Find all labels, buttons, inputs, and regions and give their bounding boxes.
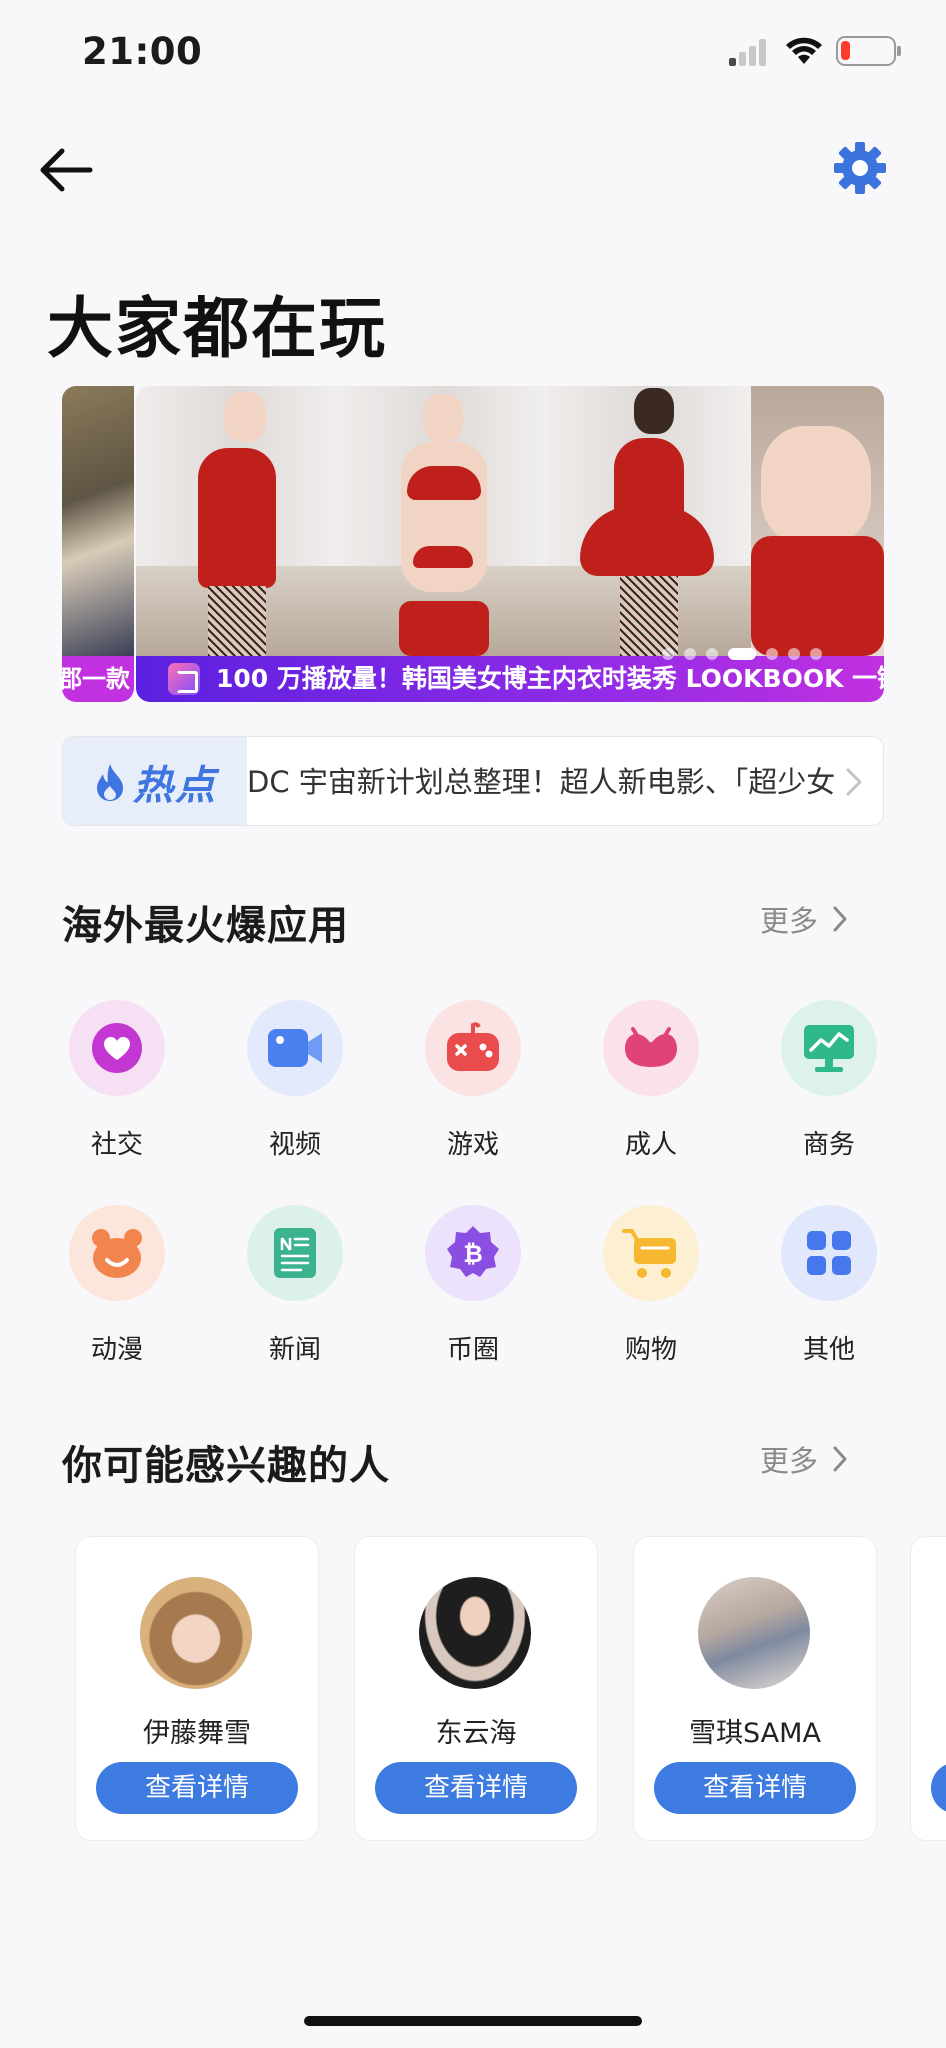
- video-camera-icon: [268, 1029, 322, 1067]
- banner-caption-bar: 100 万播放量！韩国美女博主内衣时装秀 LOOKBOOK 一键: [136, 656, 884, 702]
- carousel-dots: [662, 648, 822, 660]
- apps-more-link[interactable]: 更多: [760, 898, 848, 940]
- app-screen: 21:00 大家都在玩 郡一款 100 万播放量！韩国美女博主内衣时装秀 LOO…: [0, 0, 946, 2048]
- adult-icon: [625, 1027, 677, 1067]
- cellular-signal-icon: [729, 38, 769, 66]
- settings-button[interactable]: [832, 140, 888, 196]
- crypto-icon-circle: ₿: [425, 1205, 521, 1301]
- gear-icon: [834, 142, 886, 194]
- view-details-button[interactable]: 查看详情: [96, 1762, 298, 1814]
- chart-monitor-icon: [804, 1025, 854, 1072]
- business-icon-circle: [781, 1000, 877, 1096]
- carousel-dot: [810, 648, 822, 660]
- avatar: [698, 1577, 810, 1689]
- category-label: 动漫: [90, 1335, 143, 1365]
- category-label: 新闻: [268, 1335, 321, 1365]
- category-label: 币圈: [446, 1335, 499, 1365]
- battery-icon: [836, 36, 901, 66]
- category-games[interactable]: 游戏: [418, 1000, 528, 1161]
- people-carousel[interactable]: 伊藤舞雪 查看详情 东云海 查看详情 雪琪SAMA 查看详情: [0, 1536, 946, 1846]
- person-name: 伊藤舞雪: [143, 1718, 251, 1749]
- category-label: 成人: [624, 1130, 677, 1160]
- category-adult[interactable]: 成人: [596, 1000, 706, 1161]
- category-label: 视频: [268, 1130, 321, 1160]
- gamepad-icon: [447, 1022, 499, 1071]
- hot-label: 热点: [63, 737, 247, 825]
- svg-text:₿: ₿: [463, 1240, 483, 1268]
- flame-icon: [97, 764, 123, 801]
- category-label: 商务: [802, 1130, 855, 1160]
- banner-image: [136, 386, 884, 656]
- category-other[interactable]: 其他: [774, 1205, 884, 1366]
- heart-chat-icon: [92, 1023, 142, 1073]
- person-card-partial[interactable]: [910, 1536, 946, 1841]
- social-icon-circle: [69, 1000, 165, 1096]
- hot-news-ticker[interactable]: 热点 DC 宇宙新计划总整理！超人新电影、「超少女: [62, 736, 884, 826]
- people-more-label: 更多: [760, 1444, 819, 1478]
- category-social[interactable]: 社交: [62, 1000, 172, 1161]
- other-icon-circle: [781, 1205, 877, 1301]
- people-more-link[interactable]: 更多: [760, 1438, 848, 1480]
- shopping-cart-icon: [622, 1229, 676, 1278]
- video-icon-circle: [247, 1000, 343, 1096]
- games-icon-circle: [425, 1000, 521, 1096]
- back-arrow-icon: [40, 148, 93, 192]
- apps-section-title: 海外最火爆应用: [62, 903, 349, 949]
- category-anime[interactable]: 动漫: [62, 1205, 172, 1366]
- app-logo-icon: [168, 663, 200, 695]
- bear-face-icon: [92, 1229, 142, 1278]
- banner-caption: 100 万播放量！韩国美女博主内衣时装秀 LOOKBOOK 一键: [216, 664, 884, 693]
- bitcoin-icon: ₿: [447, 1226, 499, 1277]
- news-icon-circle: [247, 1205, 343, 1301]
- back-button[interactable]: [36, 140, 102, 200]
- chevron-right-icon: [846, 768, 862, 796]
- status-time: 21:00: [82, 30, 203, 73]
- person-card[interactable]: 雪琪SAMA 查看详情: [633, 1536, 877, 1841]
- category-label: 购物: [624, 1335, 677, 1365]
- apps-more-label: 更多: [760, 904, 819, 938]
- person-name: 雪琪SAMA: [689, 1718, 821, 1749]
- carousel-dot: [662, 648, 674, 660]
- anime-icon-circle: [69, 1205, 165, 1301]
- category-label: 其他: [802, 1335, 855, 1365]
- banner-previous-slide[interactable]: 郡一款: [62, 386, 134, 702]
- carousel-dot: [766, 648, 778, 660]
- view-details-button[interactable]: 查看详情: [654, 1762, 856, 1814]
- home-indicator[interactable]: [304, 2016, 642, 2026]
- shopping-icon-circle: [603, 1205, 699, 1301]
- category-label: 社交: [90, 1130, 143, 1160]
- view-details-button-partial[interactable]: [931, 1762, 946, 1814]
- newspaper-icon: [274, 1228, 316, 1278]
- grid-apps-icon: [807, 1231, 851, 1275]
- category-business[interactable]: 商务: [774, 1000, 884, 1161]
- banner-carousel[interactable]: 郡一款 100 万播放量！韩国美女博主内衣时装秀 LOOKBOOK 一键: [62, 386, 884, 702]
- person-card[interactable]: 伊藤舞雪 查看详情: [75, 1536, 319, 1841]
- avatar: [140, 1577, 252, 1689]
- banner-previous-image: [62, 386, 134, 656]
- category-video[interactable]: 视频: [240, 1000, 350, 1161]
- wifi-icon: [786, 37, 822, 64]
- category-label: 游戏: [446, 1130, 499, 1160]
- category-news[interactable]: 新闻: [240, 1205, 350, 1366]
- view-details-button[interactable]: 查看详情: [375, 1762, 577, 1814]
- person-name: 东云海: [435, 1718, 517, 1749]
- chevron-right-icon: [833, 906, 847, 932]
- category-shopping[interactable]: 购物: [596, 1205, 706, 1366]
- category-crypto[interactable]: ₿ 币圈: [418, 1205, 528, 1366]
- hot-news-text: DC 宇宙新计划总整理！超人新电影、「超少女: [247, 765, 836, 799]
- avatar: [419, 1577, 531, 1689]
- adult-icon-circle: [603, 1000, 699, 1096]
- carousel-dot: [788, 648, 800, 660]
- people-section-title: 你可能感兴趣的人: [62, 1443, 390, 1489]
- hot-label-text: 热点: [133, 763, 217, 809]
- page-title: 大家都在玩: [47, 290, 387, 367]
- person-card[interactable]: 东云海 查看详情: [354, 1536, 598, 1841]
- carousel-dot: [706, 648, 718, 660]
- chevron-right-icon: [833, 1446, 847, 1472]
- carousel-dot: [684, 648, 696, 660]
- banner-current-slide[interactable]: 100 万播放量！韩国美女博主内衣时装秀 LOOKBOOK 一键: [136, 386, 884, 702]
- carousel-dot-active: [728, 648, 756, 660]
- banner-previous-caption: 郡一款: [62, 656, 134, 702]
